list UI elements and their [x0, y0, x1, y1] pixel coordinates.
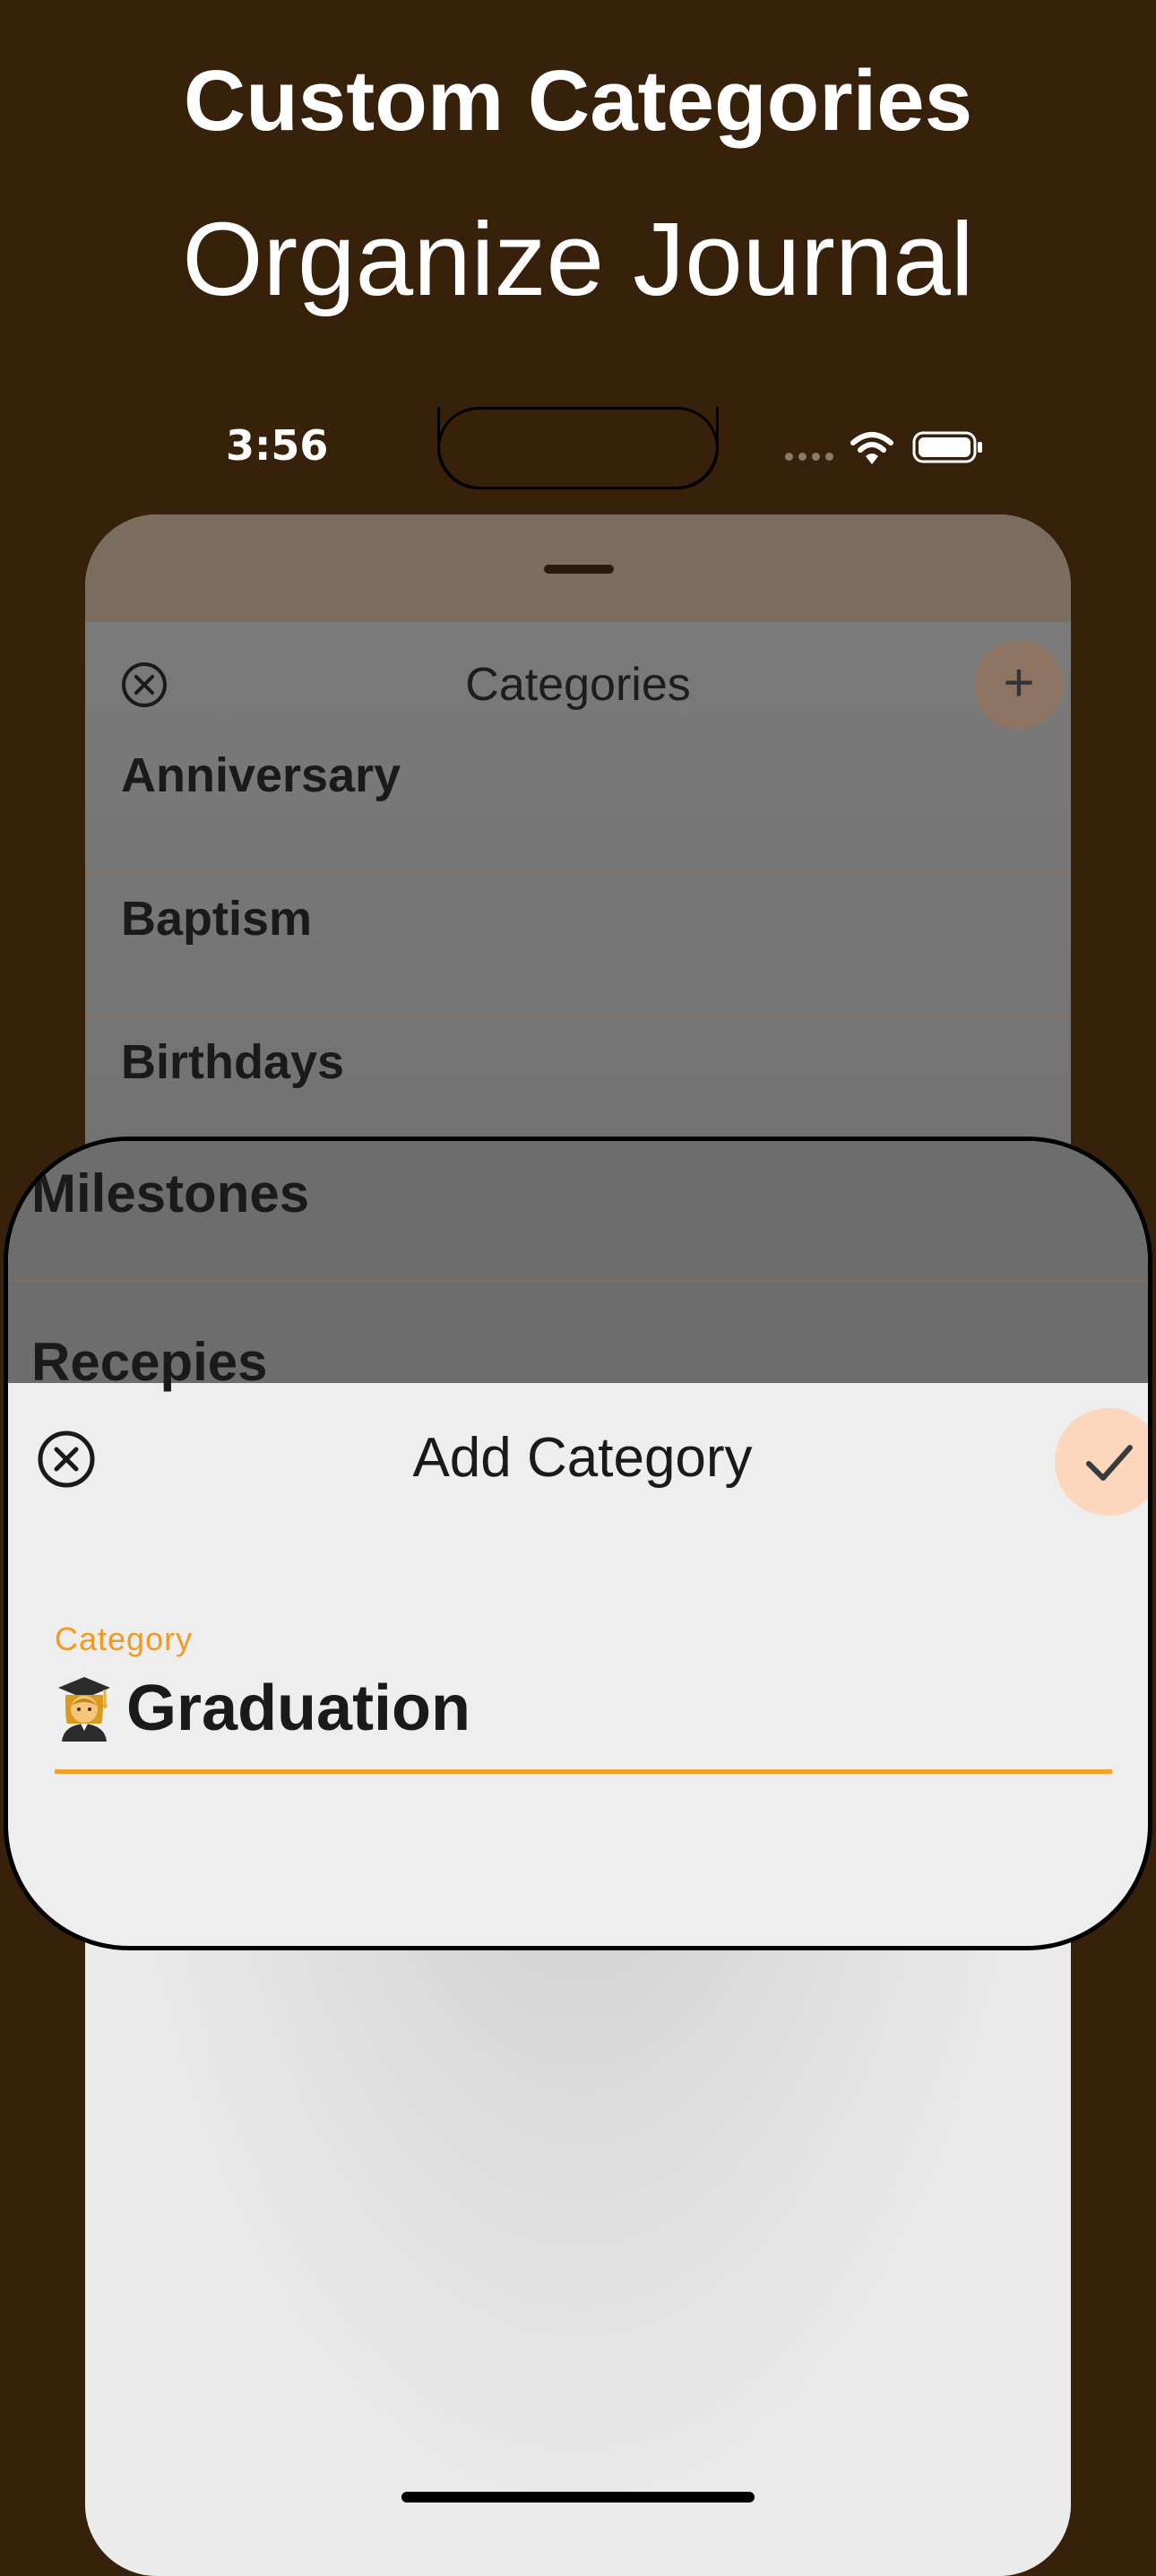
category-label: Anniversary [121, 748, 401, 802]
status-time: 3:56 [226, 421, 329, 470]
category-field-label: Category [55, 1621, 194, 1657]
cellular-signal-icon [785, 453, 835, 463]
categories-list-overlap: Milestones Recepies [8, 1141, 1148, 1392]
sheet-header-area [85, 514, 1071, 622]
category-label[interactable]: Milestones [31, 1163, 309, 1224]
category-row[interactable]: Baptism [85, 875, 1071, 1018]
promo-subtitle: Organize Journal [182, 201, 974, 317]
plus-icon: + [1003, 653, 1035, 713]
category-label: Birthdays [121, 1035, 345, 1089]
dynamic-island [437, 407, 719, 489]
category-field[interactable]: Graduation [55, 1672, 470, 1745]
home-indicator[interactable] [401, 2492, 755, 2503]
add-category-sheet: Milestones Recepies Add Category Categor… [4, 1137, 1152, 1950]
category-label: Baptism [121, 892, 313, 946]
confirm-button[interactable] [1055, 1408, 1148, 1516]
category-field-value: Graduation [126, 1673, 471, 1744]
categories-title: Categories [465, 659, 691, 711]
wifi-icon [850, 432, 893, 464]
battery-icon [912, 431, 982, 463]
category-field-underline [55, 1769, 1112, 1774]
graduate-emoji-icon [58, 1677, 110, 1742]
category-label[interactable]: Recepies [31, 1331, 268, 1393]
promo-title: Custom Categories [183, 53, 973, 149]
add-category-title: Add Category [412, 1427, 753, 1489]
row-divider [8, 1280, 1148, 1282]
checkmark-icon [1086, 1445, 1133, 1481]
sheet-grabber[interactable] [544, 565, 614, 574]
add-category-button[interactable]: + [974, 640, 1064, 730]
category-row[interactable]: Anniversary [85, 731, 1071, 875]
